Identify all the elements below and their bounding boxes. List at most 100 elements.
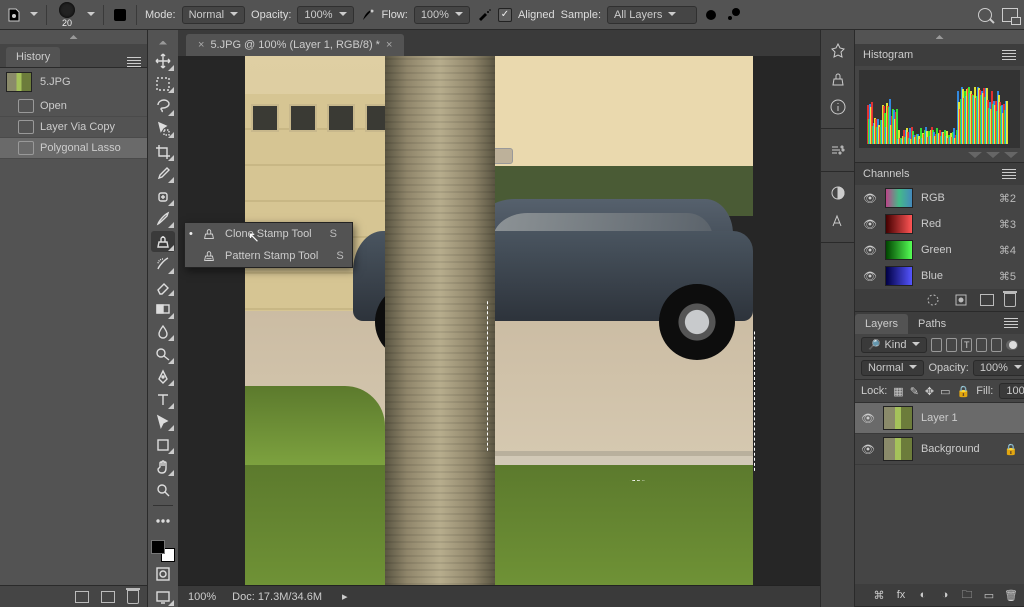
panel-collapse-icon[interactable] [855, 30, 1024, 44]
trash-icon[interactable]: 🗑 [1004, 588, 1018, 602]
document-tab[interactable]: × 5.JPG @ 100% (Layer 1, RGB/8) * × [186, 34, 404, 56]
path-select-tool[interactable] [151, 412, 175, 433]
visibility-icon[interactable]: 👁 [863, 244, 877, 257]
ignore-adjustment-icon[interactable] [703, 7, 719, 23]
visibility-icon[interactable]: 👁 [861, 412, 875, 425]
filter-smart-icon[interactable] [991, 338, 1002, 352]
hand-tool[interactable] [151, 457, 175, 478]
visibility-icon[interactable]: 👁 [863, 192, 877, 205]
layer-style-icon[interactable]: fx [894, 588, 908, 602]
layer-row[interactable]: 👁 Layer 1 [855, 403, 1024, 434]
crop-tool[interactable] [151, 141, 175, 162]
airbrush-icon[interactable] [476, 7, 492, 23]
pressure-opacity-icon[interactable] [360, 7, 376, 23]
visibility-icon[interactable]: 👁 [863, 270, 877, 283]
histogram-slider[interactable] [1004, 152, 1018, 158]
histogram-slider[interactable] [968, 152, 982, 158]
healing-brush-tool[interactable] [151, 186, 175, 207]
sample-select[interactable]: All Layers [607, 6, 697, 24]
info-dock-icon[interactable] [829, 98, 847, 116]
layer-row[interactable]: 👁 Background 🔒 [855, 434, 1024, 465]
character-dock-icon[interactable] [829, 212, 847, 230]
brush-settings-dock-icon[interactable] [829, 42, 847, 60]
load-selection-icon[interactable] [924, 291, 942, 309]
status-menu-icon[interactable]: ▸ [342, 590, 348, 603]
channel-row-green[interactable]: 👁Green⌘4 [855, 237, 1024, 263]
eyedropper-tool[interactable] [151, 164, 175, 185]
foreground-color-swatch[interactable] [151, 540, 165, 554]
link-layers-icon[interactable]: ⌘ [872, 588, 886, 602]
panel-menu-icon[interactable] [1002, 169, 1016, 179]
flyout-item-clone-stamp[interactable]: Clone Stamp Tool S [185, 223, 352, 245]
filter-shape-icon[interactable] [976, 338, 987, 352]
save-selection-icon[interactable] [952, 291, 970, 309]
panel-menu-icon[interactable] [1002, 50, 1016, 60]
move-tool[interactable] [151, 51, 175, 72]
new-layer-icon[interactable]: ▭ [982, 588, 996, 602]
zoom-value[interactable]: 100% [188, 591, 216, 603]
layer-mask-icon[interactable]: ◐ [916, 588, 930, 602]
filter-adjust-icon[interactable] [946, 338, 957, 352]
shape-tool[interactable] [151, 434, 175, 455]
clone-source-dock-icon[interactable] [829, 70, 847, 88]
workspace-icon[interactable] [1002, 8, 1018, 22]
tools-collapse-icon[interactable] [148, 36, 178, 49]
doc-size-value[interactable]: Doc: 17.3M/34.6M [232, 591, 322, 603]
create-document-icon[interactable] [75, 591, 89, 603]
chevron-down-icon[interactable] [85, 10, 95, 20]
type-tool[interactable] [151, 389, 175, 410]
adjustment-layer-icon[interactable]: ◑ [938, 588, 952, 602]
color-swatches[interactable] [151, 540, 175, 562]
filter-toggle[interactable] [1006, 340, 1018, 350]
channel-row-rgb[interactable]: 👁RGB⌘2 [855, 185, 1024, 211]
panel-menu-icon[interactable] [127, 57, 141, 67]
visibility-icon[interactable]: 👁 [863, 218, 877, 231]
group-icon[interactable]: 🗀 [960, 588, 974, 602]
search-icon[interactable] [978, 8, 992, 22]
lock-transparent-icon[interactable]: ▦ [893, 385, 903, 398]
quick-mask-icon[interactable] [151, 564, 175, 585]
history-tab[interactable]: History [6, 47, 60, 67]
histogram-slider[interactable] [986, 152, 1000, 158]
eraser-tool[interactable] [151, 277, 175, 298]
clone-stamp-tool[interactable] [151, 231, 175, 252]
zoom-tool[interactable] [151, 479, 175, 500]
pressure-size-icon[interactable] [725, 7, 741, 23]
brush-panel-icon[interactable] [112, 7, 128, 23]
canvas[interactable] [245, 56, 753, 585]
visibility-icon[interactable]: 👁 [861, 443, 875, 456]
lasso-tool[interactable] [151, 96, 175, 117]
brush-tool[interactable] [151, 209, 175, 230]
blur-tool[interactable] [151, 322, 175, 343]
chevron-down-icon[interactable] [28, 10, 38, 20]
history-document-row[interactable]: 5.JPG [0, 68, 147, 96]
new-channel-icon[interactable] [980, 294, 994, 306]
history-step[interactable]: Polygonal Lasso [0, 138, 147, 159]
aligned-checkbox[interactable] [498, 8, 512, 22]
adjustments-dock-icon[interactable] [829, 184, 847, 202]
tab-close-icon[interactable]: × [386, 39, 392, 51]
paths-tab[interactable]: Paths [908, 314, 956, 334]
trash-icon[interactable] [127, 590, 139, 604]
history-step[interactable]: Layer Via Copy [0, 117, 147, 138]
dodge-tool[interactable] [151, 344, 175, 365]
history-brush-tool[interactable] [151, 254, 175, 275]
brush-preset-picker[interactable]: 20 [55, 2, 79, 28]
lock-artboard-icon[interactable]: ▭ [940, 385, 950, 398]
snapshot-icon[interactable] [101, 591, 115, 603]
panel-collapse-icon[interactable] [0, 30, 147, 44]
blend-mode-select[interactable]: Normal [861, 360, 924, 376]
lock-pixels-icon[interactable]: ✎ [910, 385, 919, 398]
pen-tool[interactable] [151, 367, 175, 388]
tool-preset-icon[interactable] [6, 7, 22, 23]
filter-pixel-icon[interactable] [931, 338, 942, 352]
quick-select-tool[interactable] [151, 119, 175, 140]
lock-position-icon[interactable]: ✥ [925, 385, 934, 398]
lock-all-icon[interactable]: 🔒 [957, 385, 971, 398]
panel-menu-icon[interactable] [1004, 318, 1018, 328]
trash-icon[interactable] [1004, 293, 1016, 307]
opacity-field[interactable]: 100% [297, 6, 353, 24]
gradient-tool[interactable] [151, 299, 175, 320]
screen-mode-icon[interactable] [151, 586, 175, 607]
channel-row-red[interactable]: 👁Red⌘3 [855, 211, 1024, 237]
